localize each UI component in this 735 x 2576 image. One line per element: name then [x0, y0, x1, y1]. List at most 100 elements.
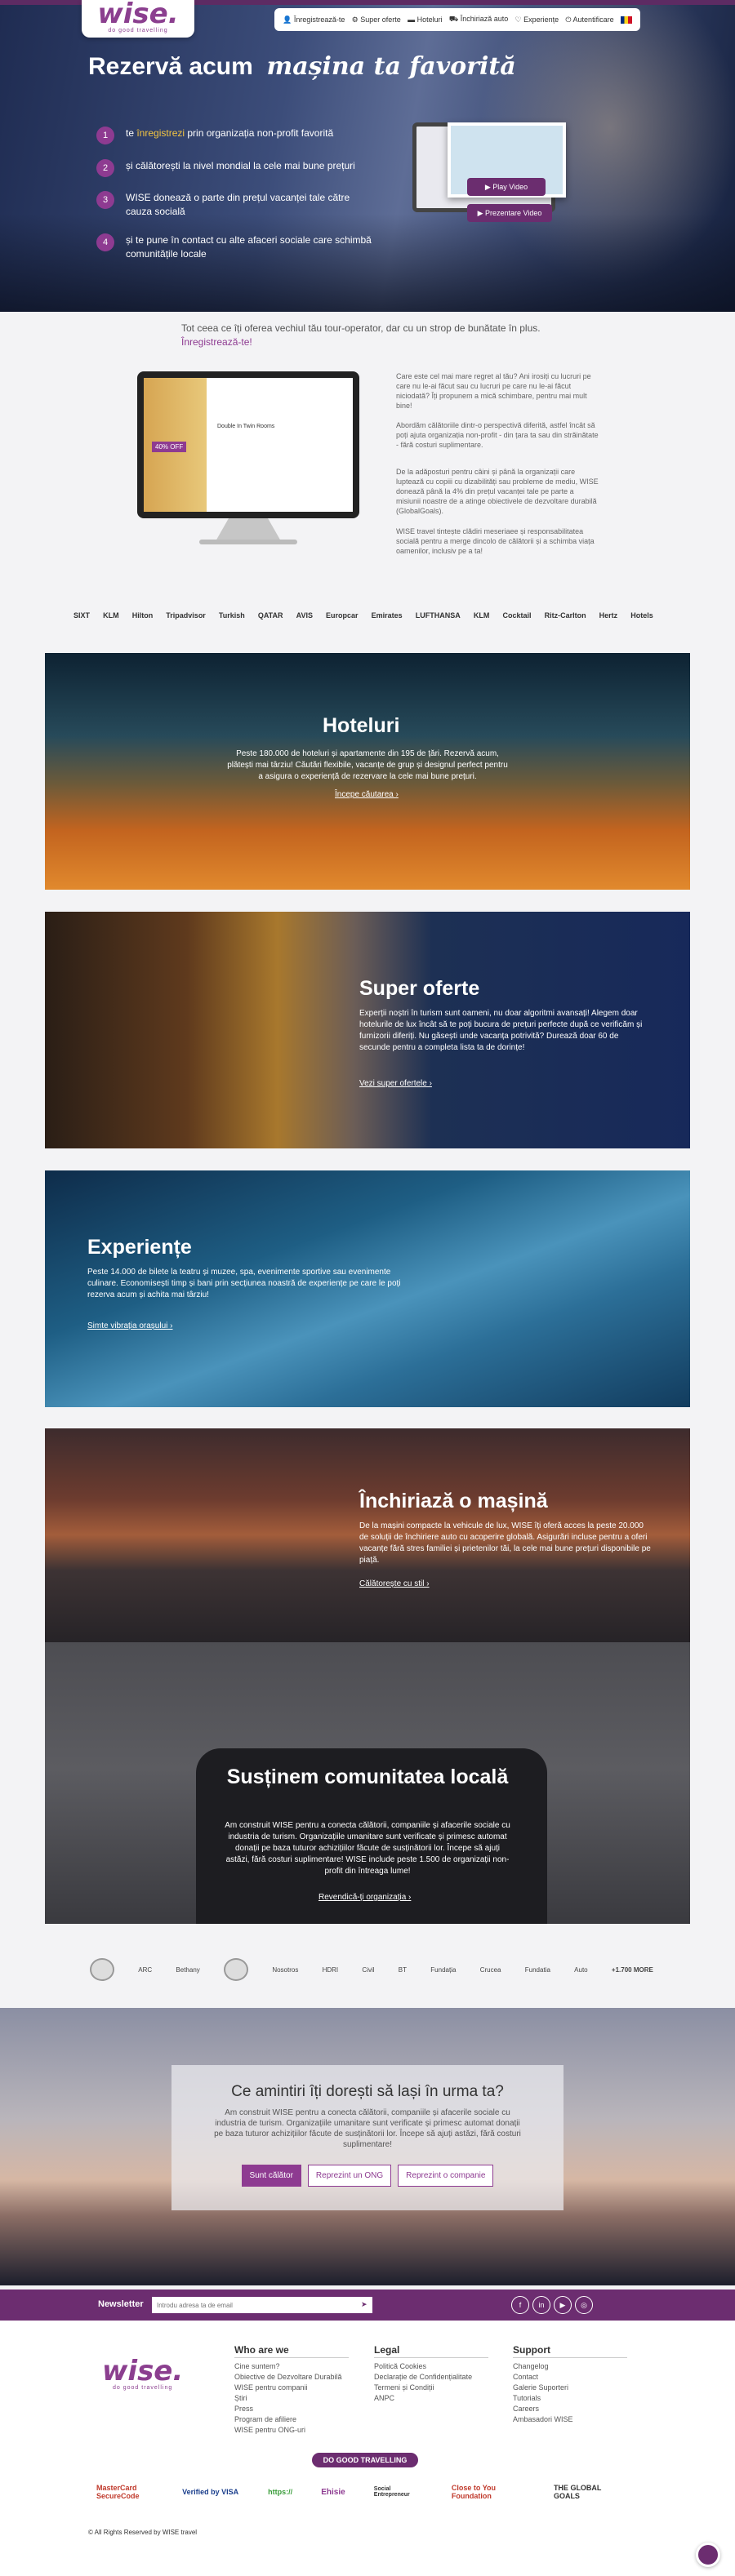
footer-link[interactable]: WISE pentru companii — [234, 2383, 349, 2393]
facebook-icon[interactable]: f — [511, 2296, 529, 2314]
ngo-logo: HDRI — [322, 1965, 339, 1974]
memories-buttons: Sunt călător Reprezint un ONG Reprezint … — [172, 2165, 564, 2187]
partner-logo: Turkish — [218, 611, 245, 620]
point-prefix: te — [126, 127, 137, 139]
super-offers-card: Super oferte Experții noștri în turism s… — [45, 912, 690, 1148]
play-video-button[interactable]: ▶ Play Video — [467, 178, 546, 196]
footer-link[interactable]: Press — [234, 2404, 349, 2414]
hotels-title: Hoteluri — [323, 714, 400, 737]
step-number: 2 — [96, 159, 114, 177]
instagram-icon[interactable]: ◎ — [575, 2296, 593, 2314]
language-flag-icon[interactable] — [620, 16, 632, 24]
chat-icon[interactable] — [696, 2543, 720, 2567]
footer-link[interactable]: Știri — [234, 2393, 349, 2404]
newsletter-label: Newsletter — [98, 2299, 144, 2309]
newsletter-bar: Newsletter ➤ f in ▶ ◎ — [0, 2290, 735, 2321]
experiences-link[interactable]: Simte vibrația orașului › — [87, 1321, 172, 1330]
nav-car-rental[interactable]: ⛟ Închiriază auto — [449, 15, 508, 24]
nav-experiences[interactable]: ♡ Experiențe — [515, 16, 559, 24]
close-to-you-logo: Close to You Foundation — [451, 2484, 497, 2500]
ngo-logo: BT — [398, 1965, 408, 1974]
newsletter-submit-icon[interactable]: ➤ — [361, 2300, 368, 2309]
ngo-logo: Crucea — [479, 1965, 501, 1974]
point-text: WISE donează o parte din prețul vacanței… — [126, 192, 350, 217]
ngo-logo-icon — [90, 1958, 114, 1981]
footer-link[interactable]: Termeni și Condiții — [374, 2383, 488, 2393]
visa-verified-logo: Verified by VISA — [182, 2488, 239, 2496]
newsletter-email-input[interactable] — [152, 2297, 372, 2313]
hero-section — [0, 5, 735, 312]
footer-logo-tagline: do good travelling — [113, 2385, 173, 2391]
footer-link[interactable]: Ambasadori WISE — [513, 2414, 627, 2425]
logo[interactable]: wise. do good travelling — [82, 0, 194, 38]
footer-link[interactable]: Changelog — [513, 2361, 627, 2372]
hotels-search-link[interactable]: Începe căutarea › — [335, 790, 399, 799]
nav-register[interactable]: 👤 Înregistrează-te — [283, 16, 345, 24]
super-offers-link[interactable]: Vezi super ofertele › — [359, 1079, 432, 1088]
about-paragraph-3: De la adăposturi pentru câini și până la… — [396, 468, 599, 515]
play-video-label: Play Video — [492, 183, 528, 191]
global-goals-logo: THE GLOBAL GOALS — [553, 2484, 602, 2500]
ngo-logos-strip: ARC Bethany Nosotros HDRI Civil BT Funda… — [90, 1955, 653, 1984]
footer-link[interactable]: Tutorials — [513, 2393, 627, 2404]
partner-logo: KLM — [473, 611, 490, 620]
ngo-logo: Fundatia — [524, 1965, 550, 1974]
community-title: Susținem comunitatea locală — [226, 1765, 509, 1788]
local-community-card: Susținem comunitatea locală Am construit… — [45, 1642, 690, 1924]
nav-hotels[interactable]: ▬ Hoteluri — [408, 16, 443, 24]
ngo-logo: Nosotros — [272, 1965, 299, 1974]
footer-link[interactable]: Cine suntem? — [234, 2361, 349, 2372]
footer-link[interactable]: Careers — [513, 2404, 627, 2414]
memories-text: Am construit WISE pentru a conecta călăt… — [214, 2108, 521, 2149]
partner-logo: Emirates — [371, 611, 403, 620]
footer-link[interactable]: Contact — [513, 2372, 627, 2383]
partner-logo: LUFTHANSA — [415, 611, 461, 620]
presentation-video-button[interactable]: ▶ Prezentare Video — [467, 204, 552, 222]
footer-support-title: Support — [513, 2345, 627, 2358]
super-offers-title: Super oferte — [359, 977, 480, 1000]
footer-who-title: Who are we — [234, 2345, 349, 2358]
copyright: © All Rights Reserved by WISE travel — [88, 2529, 198, 2536]
footer-logo[interactable]: wise. do good travelling — [102, 2357, 183, 2391]
ngo-button[interactable]: Reprezint un ONG — [307, 2165, 392, 2187]
footer-legal-column: Legal Politică Cookies Declarație de Con… — [374, 2345, 488, 2404]
top-navigation: 👤 Înregistrează-te ⚙ Super oferte ▬ Hote… — [274, 8, 640, 31]
nav-login[interactable]: ⏻ Autentificare — [565, 16, 613, 24]
partner-logo: AVIS — [296, 611, 313, 620]
nav-super-offers-label: Super oferte — [360, 15, 401, 24]
partner-logo: SIXT — [74, 611, 91, 620]
ngo-logo: Fundația — [430, 1965, 457, 1974]
footer-link[interactable]: WISE pentru ONG-uri — [234, 2425, 349, 2436]
footer-link[interactable]: Obiective de Dezvoltare Durabilă — [234, 2372, 349, 2383]
partner-logos-strip: SIXT KLM Hilton Tripadvisor Turkish QATA… — [74, 606, 653, 625]
hero-title-accent: mașina ta favorită — [266, 52, 516, 81]
linkedin-icon[interactable]: in — [532, 2296, 550, 2314]
do-good-travelling-badge[interactable]: DO GOOD TRAVELLING — [312, 2453, 418, 2467]
ehisie-logo: Ehisie — [321, 2487, 345, 2497]
hero-point-3: 3 WISE donează o parte din prețul vacanțe… — [96, 191, 374, 219]
partner-logo: KLM — [103, 611, 119, 620]
nav-login-label: Autentificare — [572, 15, 614, 24]
footer-link[interactable]: Politică Cookies — [374, 2361, 488, 2372]
nav-super-offers[interactable]: ⚙ Super oferte — [352, 16, 401, 24]
company-button[interactable]: Reprezint o companie — [398, 2165, 494, 2187]
youtube-icon[interactable]: ▶ — [554, 2296, 572, 2314]
mastercard-logo: MasterCard SecureCode — [96, 2484, 140, 2500]
footer-link[interactable]: Galerie Suporteri — [513, 2383, 627, 2393]
claim-organization-link[interactable]: Revendică-ți organizația › — [318, 1893, 411, 1902]
register-link[interactable]: înregistrezi — [136, 127, 185, 139]
hero-shadow-overlay — [0, 214, 735, 312]
intro-register-link[interactable]: Înregistrează-te! — [181, 335, 565, 349]
partner-logo: Hertz — [599, 611, 618, 620]
hotel-title: Double In Twin Rooms — [217, 424, 275, 429]
traveler-button[interactable]: Sunt călător — [241, 2165, 301, 2187]
car-rental-link[interactable]: Călătorește cu stil › — [359, 1579, 430, 1588]
hero-point-2: 2 și călătorești la nivel mondial la cele… — [96, 159, 374, 177]
about-paragraph-1: Care este cel mai mare regret al tău? An… — [396, 372, 591, 410]
footer-link[interactable]: Declarație de Confidențialitate — [374, 2372, 488, 2383]
footer-link[interactable]: Program de afiliere — [234, 2414, 349, 2425]
point-text: și te pune în contact cu alte afaceri so… — [126, 234, 372, 260]
footer-link[interactable]: ANPC — [374, 2393, 488, 2404]
hero-title: Rezervă acum mașina ta favorită — [88, 52, 516, 81]
hotels-text: Peste 180.000 de hoteluri și apartamente… — [227, 749, 508, 781]
